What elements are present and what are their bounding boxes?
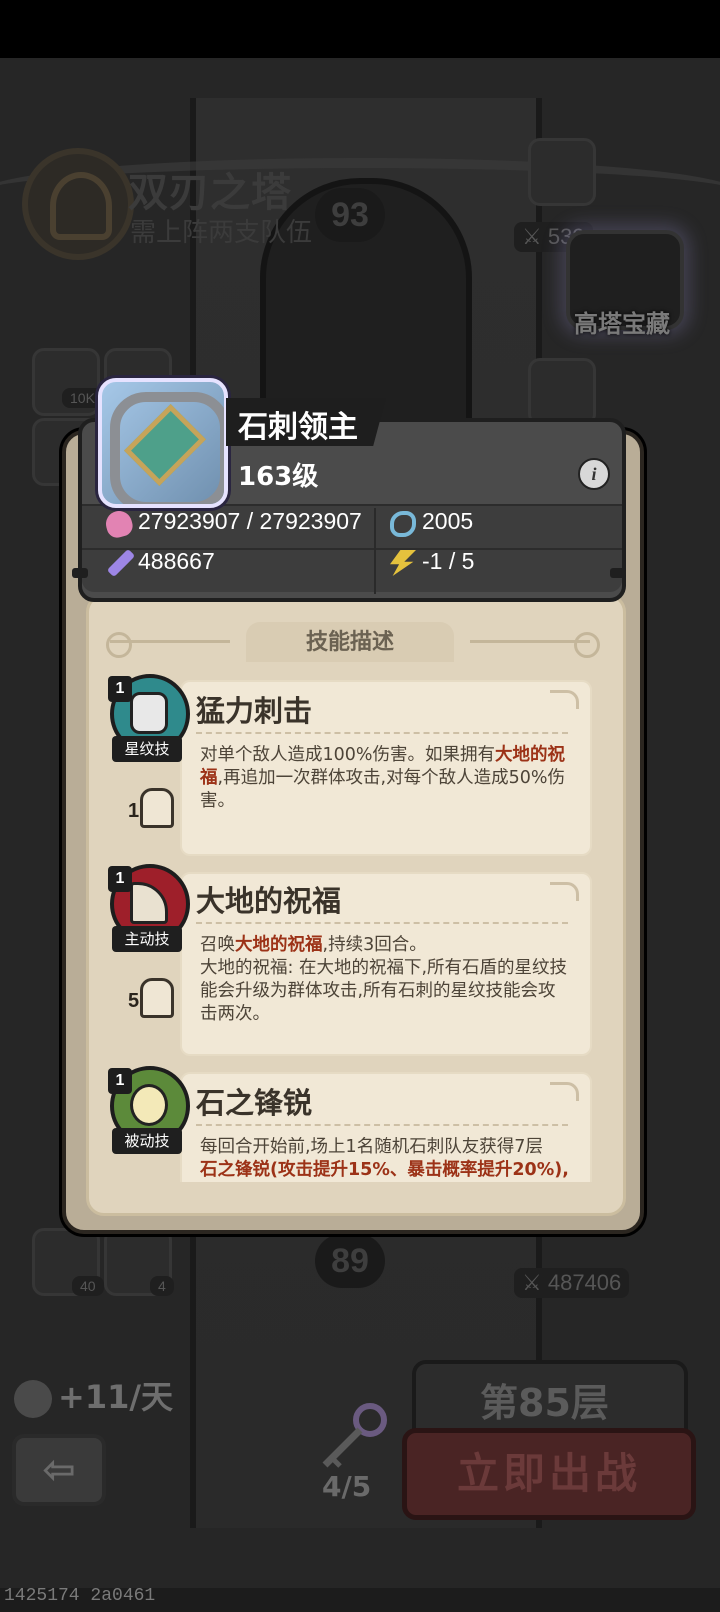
skill-divider xyxy=(196,922,568,924)
skill-cost: 5 xyxy=(128,990,140,1012)
boss-portrait xyxy=(98,378,228,508)
defense-value: 2005 xyxy=(422,508,474,534)
side-count: 10K xyxy=(62,388,103,408)
attack-value: 488667 xyxy=(138,548,215,574)
side-count: 40 xyxy=(72,1276,104,1296)
fight-now-button[interactable]: 立即出战 xyxy=(402,1428,696,1520)
boss-level: 163级 xyxy=(238,462,319,492)
info-icon[interactable]: i xyxy=(578,458,610,490)
skill-type-tag: 主动技 xyxy=(112,926,182,952)
card-corner-deco xyxy=(550,1082,579,1101)
layer-label: 第85层 xyxy=(480,1381,609,1425)
tower-subtitle: 需上阵两支队伍 xyxy=(130,218,313,248)
skill-name: 石之锋锐 xyxy=(196,1086,313,1120)
skill-divider xyxy=(196,732,568,734)
tab-decoration-dot xyxy=(106,632,132,658)
tab-decoration-right xyxy=(470,640,590,643)
daily-income: +11/天 xyxy=(14,1372,173,1418)
floor-number-bottom: 89 xyxy=(315,1234,385,1288)
tab-decoration-dot xyxy=(574,632,600,658)
back-button[interactable]: ⇦ xyxy=(12,1434,106,1506)
skill-level-badge: 1 xyxy=(108,866,132,892)
stats-divider xyxy=(374,508,376,594)
floor-number-top: 93 xyxy=(315,188,385,242)
enemy-slot-icon xyxy=(528,358,596,426)
section-title: 技能描述 xyxy=(246,622,454,662)
skill-name: 大地的祝福 xyxy=(196,884,342,918)
fist-glyph xyxy=(130,692,168,734)
status-bar xyxy=(0,0,720,58)
coin-icon xyxy=(14,1380,52,1418)
tower-treasure-label: 高塔宝藏 xyxy=(574,310,670,338)
boss-name: 石刺领主 xyxy=(238,410,358,445)
bulb-glyph xyxy=(130,1084,168,1126)
enemy-power-bottom: ⚔ 487406 xyxy=(514,1268,630,1298)
knight-cost-icon xyxy=(140,788,174,828)
enemy-slot-icon xyxy=(528,138,596,206)
tower-emblem-icon xyxy=(22,148,134,260)
skill-level-badge: 1 xyxy=(108,676,132,702)
header-pin xyxy=(72,568,88,578)
skill-cost: 1 xyxy=(128,800,140,822)
skill-description: 每回合开始前,场上1名随机石刺队友获得7层 石之锋锐(攻击提升15%、暴击概率提升… xyxy=(200,1137,569,1180)
skill-type-tag: 被动技 xyxy=(112,1128,182,1154)
skill-type-tag: 星纹技 xyxy=(112,736,182,762)
card-corner-deco xyxy=(550,690,579,709)
key-count: 4/5 xyxy=(322,1470,372,1503)
debug-id-text: 1425174 2a0461 xyxy=(4,1586,156,1606)
skill-description: 召唤大地的祝福,持续3回合。 大地的祝福: 在大地的祝福下,所有石盾的星纹技能会升… xyxy=(200,935,568,1024)
hp-value: 27923907 / 27923907 xyxy=(138,508,362,534)
side-count: 4 xyxy=(150,1276,174,1296)
skill-divider xyxy=(196,1124,568,1126)
energy-value: -1 / 5 xyxy=(422,548,475,574)
skill-description: 对单个敌人造成100%伤害。如果拥有大地的祝福,再追加一次群体攻击,对每个敌人造… xyxy=(200,745,566,811)
skill-name: 猛力刺击 xyxy=(196,694,313,728)
header-pin xyxy=(610,568,626,578)
card-corner-deco xyxy=(550,882,579,901)
skill-level-badge: 1 xyxy=(108,1068,132,1094)
tower-title: 双刃之塔 xyxy=(128,170,292,216)
knight-cost-icon xyxy=(140,978,174,1018)
drill-glyph xyxy=(130,882,168,924)
defense-icon xyxy=(390,511,416,537)
